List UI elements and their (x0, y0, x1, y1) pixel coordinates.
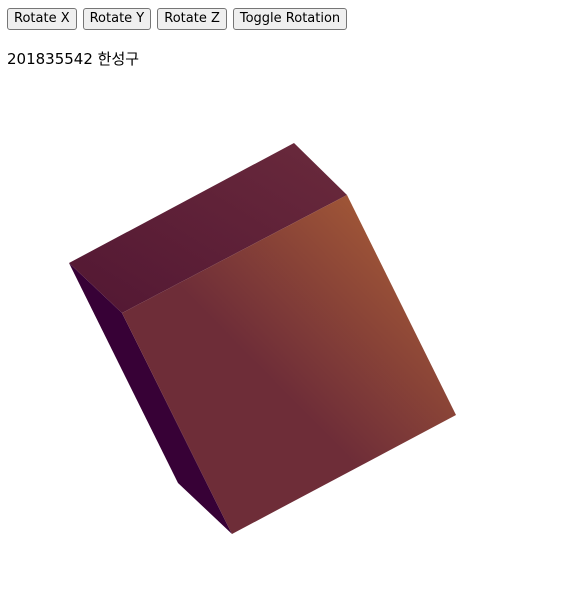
toggle-rotation-button[interactable]: Toggle Rotation (232, 8, 348, 30)
rotate-x-button[interactable]: Rotate X (7, 8, 77, 30)
rotate-z-button[interactable]: Rotate Z (157, 8, 227, 30)
student-caption: 201835542 한성구 (7, 50, 140, 68)
rotate-y-button[interactable]: Rotate Y (82, 8, 152, 30)
webgl-canvas (69, 143, 456, 534)
cube (69, 143, 456, 534)
toolbar: Rotate X Rotate Y Rotate Z Toggle Rotati… (7, 8, 348, 30)
